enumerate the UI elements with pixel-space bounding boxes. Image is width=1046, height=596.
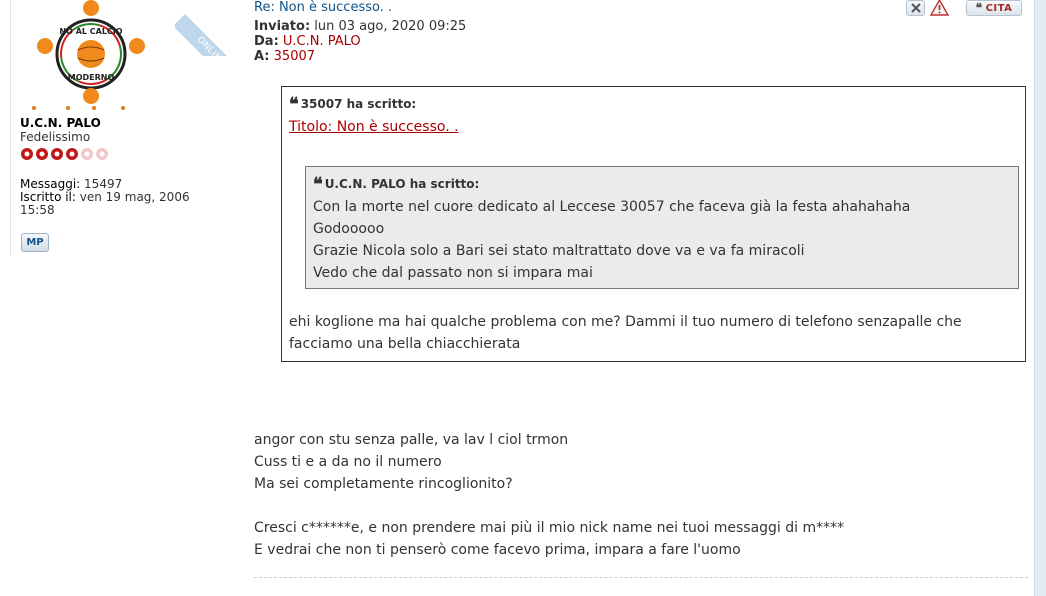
quote-block: ❝ 35007 ha scritto: Titolo: Non è success… — [281, 86, 1026, 362]
nested-quote-line: Godooooo — [313, 221, 385, 237]
post-meta: Inviato: lun 03 ago, 2020 09:25 Da: U.C.… — [254, 19, 466, 64]
meta-sent: Inviato: lun 03 ago, 2020 09:25 — [254, 19, 466, 34]
reply-line: Cresci c******e, e non prendere mai più … — [254, 520, 845, 536]
nested-quote-block: ❝ U.C.N. PALO ha scritto: Con la morte ne… — [305, 166, 1019, 289]
meta-to-value[interactable]: 35007 — [274, 49, 315, 64]
quote-text: ehi koglione ma hai qualche problema con… — [289, 314, 962, 352]
post-profile: NO AL CALCIO MODERNO ONLINE U.C.N. PALO … — [10, 0, 247, 256]
post-actions: ❝ CITA — [906, 0, 1022, 16]
rank-star-empty-icon — [80, 146, 94, 160]
pm-button-label: MP — [26, 237, 44, 248]
delete-button[interactable] — [906, 0, 925, 16]
avatar-text-top: NO AL CALCIO — [59, 27, 122, 36]
user-rank: Fedelissimo — [20, 130, 91, 144]
stat-joined: Iscritto il: ven 19 mag, 2006 15:58 — [20, 191, 210, 217]
stat-label: Messaggi: — [20, 177, 81, 191]
reply-line: Ma sei completamente rincoglionito? — [254, 476, 513, 492]
meta-sent-value: lun 03 ago, 2020 09:25 — [314, 19, 467, 34]
rank-star-icon — [35, 146, 49, 160]
stat-label: Iscritto il: — [20, 190, 76, 204]
quote-title-link[interactable]: Titolo: Non è successo. . — [289, 119, 459, 135]
reply-line: angor con stu senza palle, va lav l ciol… — [254, 432, 569, 448]
rank-icons — [20, 146, 109, 160]
post-title[interactable]: Re: Non è successo. . — [254, 0, 392, 15]
meta-from-value[interactable]: U.C.N. PALO — [283, 34, 361, 49]
rank-star-icon — [20, 146, 34, 160]
meta-from: Da: U.C.N. PALO — [254, 34, 466, 49]
avatar-text-bottom: MODERNO — [68, 73, 115, 82]
nested-quote-line: Con la morte nel cuore dedicato al Lecce… — [313, 199, 911, 215]
reply-line: E vedrai che non ti penserò come facevo … — [254, 542, 741, 558]
meta-to-label: A: — [254, 49, 270, 64]
quote-mark-icon: ❝ — [975, 1, 983, 15]
user-stats: Messaggi: 15497 Iscritto il: ven 19 mag,… — [20, 178, 210, 217]
meta-sent-label: Inviato: — [254, 19, 311, 34]
post-divider — [254, 577, 1028, 578]
post-author-username[interactable]: U.C.N. PALO — [20, 116, 101, 130]
reply-line: Cuss ti e a da no il numero — [254, 454, 442, 470]
close-icon — [910, 3, 921, 13]
reply-line — [254, 495, 844, 517]
rank-star-icon — [50, 146, 64, 160]
avatar[interactable]: NO AL CALCIO MODERNO — [20, 0, 162, 112]
meta-from-label: Da: — [254, 34, 279, 49]
quote-button[interactable]: ❝ CITA — [966, 0, 1022, 16]
nested-quote-author-text: U.C.N. PALO ha scritto: — [324, 177, 480, 191]
quote-author-text: 35007 ha scritto: — [300, 97, 417, 111]
right-scroll-strip — [1034, 0, 1046, 596]
report-button[interactable] — [930, 0, 949, 16]
meta-to: A: 35007 — [254, 49, 466, 64]
warning-icon — [930, 0, 949, 16]
nested-quote-author: ❝ U.C.N. PALO ha scritto: — [313, 173, 1011, 196]
quote-author: ❝ 35007 ha scritto: — [289, 93, 1018, 116]
reply-text: angor con stu senza palle, va lav l ciol… — [254, 429, 844, 561]
quote-mark-icon: ❝ — [289, 94, 299, 115]
quote-button-label: CITA — [985, 2, 1013, 14]
stat-value: 15497 — [84, 177, 123, 191]
rank-star-icon — [65, 146, 79, 160]
nested-quote-line: Vedo che dal passato non si impara mai — [313, 265, 593, 281]
private-message-button[interactable]: MP — [21, 233, 49, 252]
online-ribbon: ONLINE — [175, 0, 247, 56]
online-label: ONLINE — [175, 14, 247, 56]
rank-star-empty-icon — [95, 146, 109, 160]
nested-quote-line: Grazie Nicola solo a Bari sei stato malt… — [313, 243, 805, 259]
quote-mark-icon: ❝ — [313, 174, 323, 195]
